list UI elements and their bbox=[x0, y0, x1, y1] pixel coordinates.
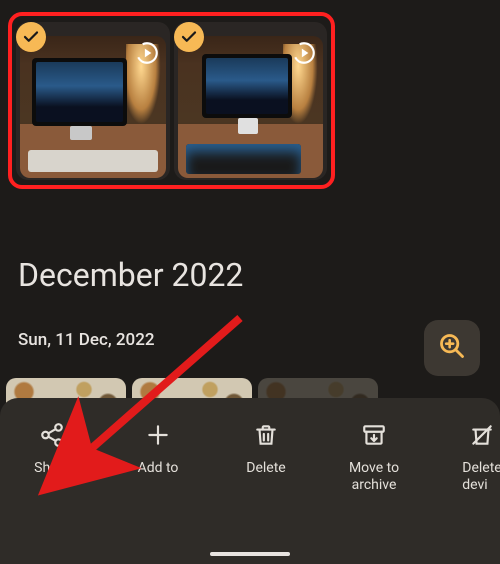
month-heading: December 2022 bbox=[18, 256, 243, 294]
add-to-button[interactable]: Add to bbox=[104, 422, 212, 476]
add-to-label: Add to bbox=[138, 460, 179, 476]
selected-check-icon[interactable] bbox=[16, 22, 46, 52]
delete-button[interactable]: Delete bbox=[212, 422, 320, 476]
photo-thumbnail[interactable] bbox=[16, 22, 170, 180]
delete-device-icon bbox=[469, 422, 495, 448]
plus-icon bbox=[145, 422, 171, 448]
home-indicator[interactable] bbox=[210, 552, 290, 556]
share-label: Share bbox=[34, 460, 70, 476]
magnify-plus-icon bbox=[438, 332, 466, 364]
delete-label: Delete bbox=[246, 460, 285, 476]
delete-device-label: Deletedevi bbox=[462, 460, 500, 494]
zoom-button[interactable] bbox=[424, 320, 480, 376]
trash-icon bbox=[253, 422, 279, 448]
share-icon bbox=[39, 422, 65, 448]
photo-thumbnail[interactable] bbox=[174, 22, 328, 180]
selection-highlight bbox=[8, 12, 335, 189]
motion-photo-icon bbox=[291, 40, 317, 66]
archive-button[interactable]: Move toarchive bbox=[320, 422, 428, 494]
motion-photo-icon bbox=[134, 40, 160, 66]
archive-icon bbox=[361, 422, 387, 448]
share-button[interactable]: Share bbox=[0, 422, 104, 476]
action-bar: Share Add to Delete bbox=[0, 398, 500, 564]
selected-check-icon[interactable] bbox=[174, 22, 204, 52]
delete-device-button[interactable]: Deletedevi bbox=[428, 422, 500, 494]
archive-label: Move toarchive bbox=[349, 460, 399, 494]
day-heading: Sun, 11 Dec, 2022 bbox=[18, 330, 155, 350]
